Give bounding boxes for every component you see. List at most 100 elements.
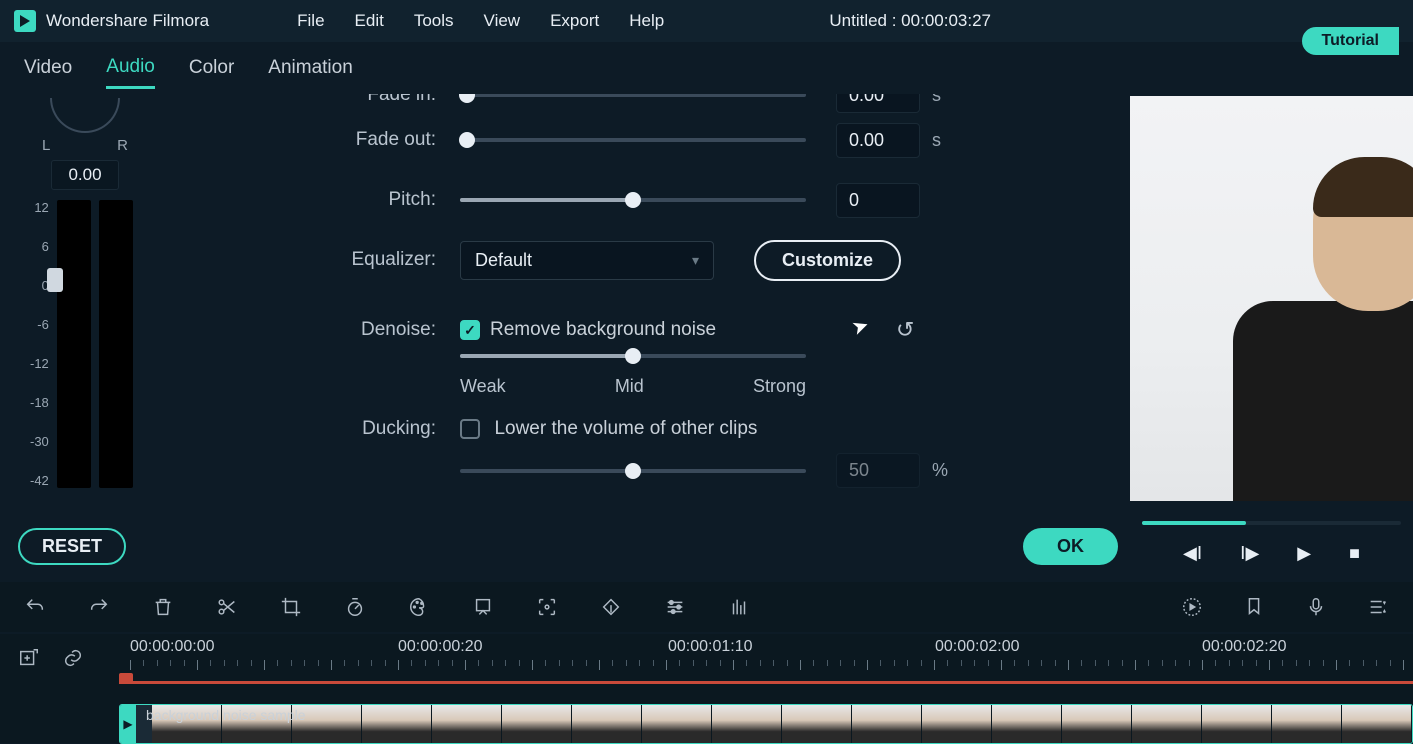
denoise-weak-label: Weak bbox=[460, 376, 506, 397]
timecode: 00:00:00:00 bbox=[130, 638, 215, 656]
meter-tick: -6 bbox=[30, 317, 49, 332]
meter-tick: 6 bbox=[30, 239, 49, 254]
add-track-button[interactable] bbox=[18, 647, 40, 672]
tab-animation[interactable]: Animation bbox=[268, 49, 353, 87]
pitch-slider[interactable] bbox=[460, 198, 806, 202]
equalizer-customize-button[interactable]: Customize bbox=[754, 240, 901, 281]
redo-button[interactable] bbox=[88, 596, 110, 618]
meter-tick: -30 bbox=[30, 434, 49, 449]
project-title: Untitled : 00:00:03:27 bbox=[829, 11, 991, 31]
volume-meter-left[interactable] bbox=[57, 200, 91, 488]
undo-button[interactable] bbox=[24, 596, 46, 618]
denoise-checkbox-label: Remove background noise bbox=[490, 319, 716, 341]
timecode: 00:00:00:20 bbox=[398, 638, 483, 656]
next-frame-button[interactable]: Ⅰ▶ bbox=[1240, 543, 1259, 564]
timeline-ruler[interactable]: 00:00:00:00 00:00:00:20 00:00:01:10 00:0… bbox=[120, 634, 1413, 684]
volume-meter-right bbox=[99, 200, 133, 488]
pitch-value[interactable]: 0 bbox=[836, 183, 920, 218]
left-meter-panel: L R 0.00 12 6 0 -6 -12 -18 -30 -42 bbox=[0, 94, 170, 578]
prev-frame-button[interactable]: ◀Ⅰ bbox=[1183, 543, 1202, 564]
speed-button[interactable] bbox=[344, 596, 366, 618]
adjust-button[interactable] bbox=[664, 596, 686, 618]
green-screen-button[interactable] bbox=[472, 596, 494, 618]
meter-tick: -42 bbox=[30, 473, 49, 488]
menu-file[interactable]: File bbox=[297, 11, 324, 31]
preview-panel: ◀Ⅰ Ⅰ▶ ▶ ■ bbox=[1130, 94, 1413, 578]
link-button[interactable] bbox=[62, 647, 84, 672]
denoise-reset-icon[interactable]: ↺ bbox=[896, 317, 914, 343]
balance-right-label: R bbox=[117, 137, 128, 154]
menu-help[interactable]: Help bbox=[629, 11, 664, 31]
fade-out-unit: s bbox=[932, 130, 941, 151]
meter-tick: 12 bbox=[30, 200, 49, 215]
meter-scale: 12 6 0 -6 -12 -18 -30 -42 bbox=[30, 200, 49, 488]
keyframe-button[interactable] bbox=[600, 596, 622, 618]
denoise-label: Denoise: bbox=[170, 319, 460, 341]
menu-tools[interactable]: Tools bbox=[414, 11, 454, 31]
clip-handle-left[interactable]: ▶ bbox=[120, 705, 136, 743]
clip-label: background noise sample bbox=[138, 707, 314, 723]
balance-left-label: L bbox=[42, 137, 50, 154]
fade-in-slider[interactable] bbox=[460, 94, 806, 97]
transport-controls: ◀Ⅰ Ⅰ▶ ▶ ■ bbox=[1130, 525, 1413, 578]
color-button[interactable] bbox=[408, 596, 430, 618]
menu-edit[interactable]: Edit bbox=[355, 11, 384, 31]
denoise-slider[interactable] bbox=[460, 354, 806, 358]
menubar: Wondershare Filmora File Edit Tools View… bbox=[0, 0, 1413, 42]
ducking-unit: % bbox=[932, 460, 948, 481]
track-options-button[interactable] bbox=[1367, 596, 1389, 618]
app-logo: Wondershare Filmora bbox=[14, 10, 209, 32]
denoise-mid-label: Mid bbox=[615, 376, 644, 397]
fade-out-label: Fade out: bbox=[170, 129, 460, 151]
denoise-strong-label: Strong bbox=[753, 376, 806, 397]
timeline-ruler-area: 00:00:00:00 00:00:00:20 00:00:01:10 00:0… bbox=[0, 634, 1413, 684]
ducking-checkbox[interactable] bbox=[460, 419, 480, 439]
timecode: 00:00:02:20 bbox=[1202, 638, 1287, 656]
meter-tick: 0 bbox=[30, 278, 49, 293]
render-preview-button[interactable] bbox=[1181, 596, 1203, 618]
meter-tick: -18 bbox=[30, 395, 49, 410]
volume-slider-thumb[interactable] bbox=[47, 268, 63, 292]
timecode: 00:00:02:00 bbox=[935, 638, 1020, 656]
equalizer-selected: Default bbox=[475, 250, 532, 271]
preview-viewport[interactable] bbox=[1130, 96, 1413, 501]
ok-button[interactable]: OK bbox=[1023, 528, 1118, 565]
video-clip[interactable]: ▶ background noise sample bbox=[119, 704, 1413, 744]
fade-in-value[interactable]: 0.00 bbox=[836, 94, 920, 113]
stop-button[interactable]: ■ bbox=[1349, 543, 1360, 564]
marker-button[interactable] bbox=[1243, 596, 1265, 618]
delete-button[interactable] bbox=[152, 596, 174, 618]
app-name: Wondershare Filmora bbox=[46, 11, 209, 31]
preview-progress[interactable] bbox=[1142, 521, 1401, 525]
fade-in-unit: s bbox=[932, 94, 941, 106]
track-header[interactable] bbox=[0, 684, 119, 743]
property-tabs: Video Audio Color Animation bbox=[0, 42, 1413, 94]
denoise-checkbox[interactable] bbox=[460, 320, 480, 340]
voiceover-button[interactable] bbox=[1305, 596, 1327, 618]
balance-knob[interactable] bbox=[50, 98, 120, 133]
equalizer-dropdown[interactable]: Default ▾ bbox=[460, 241, 714, 280]
preview-person bbox=[1233, 161, 1413, 501]
meter-tick: -12 bbox=[30, 356, 49, 371]
balance-value-field[interactable]: 0.00 bbox=[51, 160, 119, 190]
split-button[interactable] bbox=[216, 596, 238, 618]
crop-button[interactable] bbox=[280, 596, 302, 618]
tab-audio[interactable]: Audio bbox=[106, 48, 155, 89]
play-button[interactable]: ▶ bbox=[1297, 543, 1311, 564]
panel-footer: RESET OK bbox=[18, 528, 1118, 565]
menu-view[interactable]: View bbox=[484, 11, 521, 31]
ducking-slider[interactable] bbox=[460, 469, 806, 473]
tutorial-button[interactable]: Tutorial bbox=[1302, 27, 1399, 55]
fade-out-value[interactable]: 0.00 bbox=[836, 123, 920, 158]
tab-color[interactable]: Color bbox=[189, 49, 234, 87]
audio-properties-panel: Fade in: 0.00 s Fade out: 0.00 s Pitch: … bbox=[170, 94, 1130, 578]
audio-mixer-button[interactable] bbox=[728, 596, 750, 618]
fade-out-slider[interactable] bbox=[460, 138, 806, 142]
reset-button[interactable]: RESET bbox=[18, 528, 126, 565]
menu-export[interactable]: Export bbox=[550, 11, 599, 31]
motion-tracking-button[interactable] bbox=[536, 596, 558, 618]
tab-video[interactable]: Video bbox=[24, 49, 72, 87]
chevron-down-icon: ▾ bbox=[692, 252, 699, 269]
clip-thumbnails bbox=[152, 705, 1412, 743]
ducking-value[interactable]: 50 bbox=[836, 453, 920, 488]
